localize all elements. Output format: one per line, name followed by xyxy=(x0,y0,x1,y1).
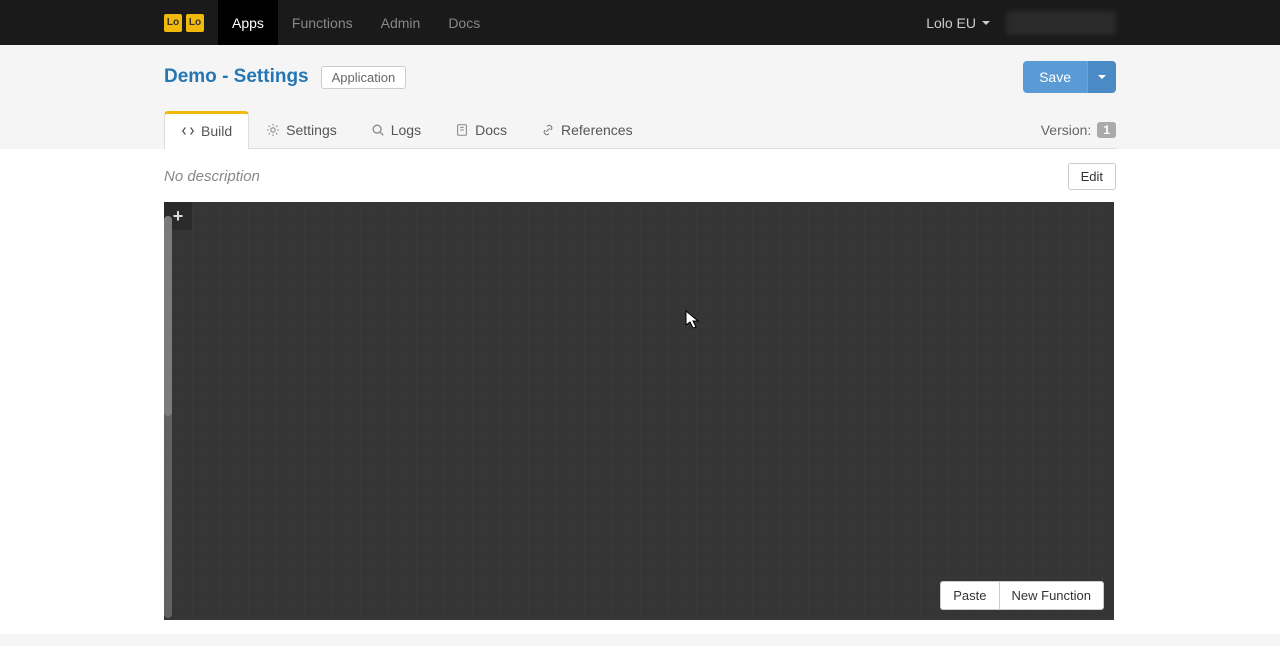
nav-apps[interactable]: Apps xyxy=(218,0,278,45)
version-badge: 1 xyxy=(1097,122,1116,138)
logo-icon: Lo xyxy=(164,14,182,32)
edit-button[interactable]: Edit xyxy=(1068,163,1116,190)
nav-admin[interactable]: Admin xyxy=(367,0,435,45)
code-icon xyxy=(181,124,195,138)
user-area-blurred xyxy=(1006,11,1116,35)
new-function-button[interactable]: New Function xyxy=(999,581,1104,610)
description-row: No description Edit xyxy=(164,163,1116,190)
search-icon xyxy=(371,123,385,137)
logo-icon: Lo xyxy=(186,14,204,32)
caret-down-icon xyxy=(1098,75,1106,79)
paste-button[interactable]: Paste xyxy=(940,581,998,610)
tab-references[interactable]: References xyxy=(524,111,650,148)
tab-docs[interactable]: Docs xyxy=(438,111,524,148)
gear-icon xyxy=(266,123,280,137)
tab-label: Logs xyxy=(391,122,421,138)
application-badge: Application xyxy=(321,66,407,89)
header-section: Demo - Settings Application Save Build S… xyxy=(0,45,1280,149)
navbar-right: Lolo EU xyxy=(926,11,1116,35)
logo[interactable]: Lo Lo xyxy=(164,14,204,32)
save-button-group: Save xyxy=(1023,61,1116,93)
region-label: Lolo EU xyxy=(926,15,976,31)
save-dropdown-button[interactable] xyxy=(1087,61,1116,93)
header-row: Demo - Settings Application Save xyxy=(164,61,1116,93)
tab-label: References xyxy=(561,122,633,138)
nav-functions[interactable]: Functions xyxy=(278,0,367,45)
tab-label: Build xyxy=(201,123,232,139)
page-title: Demo - Settings xyxy=(164,66,309,88)
link-icon xyxy=(541,123,555,137)
caret-down-icon xyxy=(982,21,990,25)
cursor-icon xyxy=(685,310,701,330)
tabs: Build Settings Logs Docs xyxy=(164,111,650,148)
nav-docs[interactable]: Docs xyxy=(434,0,494,45)
version-label: Version: xyxy=(1041,122,1092,138)
content-area: No description Edit + Paste New Function xyxy=(0,149,1280,634)
tab-label: Docs xyxy=(475,122,507,138)
navbar-left: Lo Lo Apps Functions Admin Docs xyxy=(164,0,494,45)
tab-label: Settings xyxy=(286,122,337,138)
canvas-buttons: Paste New Function xyxy=(940,581,1104,610)
tab-settings[interactable]: Settings xyxy=(249,111,354,148)
tab-build[interactable]: Build xyxy=(164,111,249,149)
save-button[interactable]: Save xyxy=(1023,61,1087,93)
canvas[interactable]: + Paste New Function xyxy=(164,202,1114,620)
book-icon xyxy=(455,123,469,137)
version-info: Version: 1 xyxy=(1041,122,1116,148)
tab-logs[interactable]: Logs xyxy=(354,111,438,148)
scrollbar-thumb[interactable] xyxy=(164,216,172,416)
header-left: Demo - Settings Application xyxy=(164,66,406,89)
region-selector[interactable]: Lolo EU xyxy=(926,15,990,31)
tabs-row: Build Settings Logs Docs xyxy=(164,111,1116,149)
no-description-text: No description xyxy=(164,168,260,185)
top-navbar: Lo Lo Apps Functions Admin Docs Lolo EU xyxy=(0,0,1280,45)
